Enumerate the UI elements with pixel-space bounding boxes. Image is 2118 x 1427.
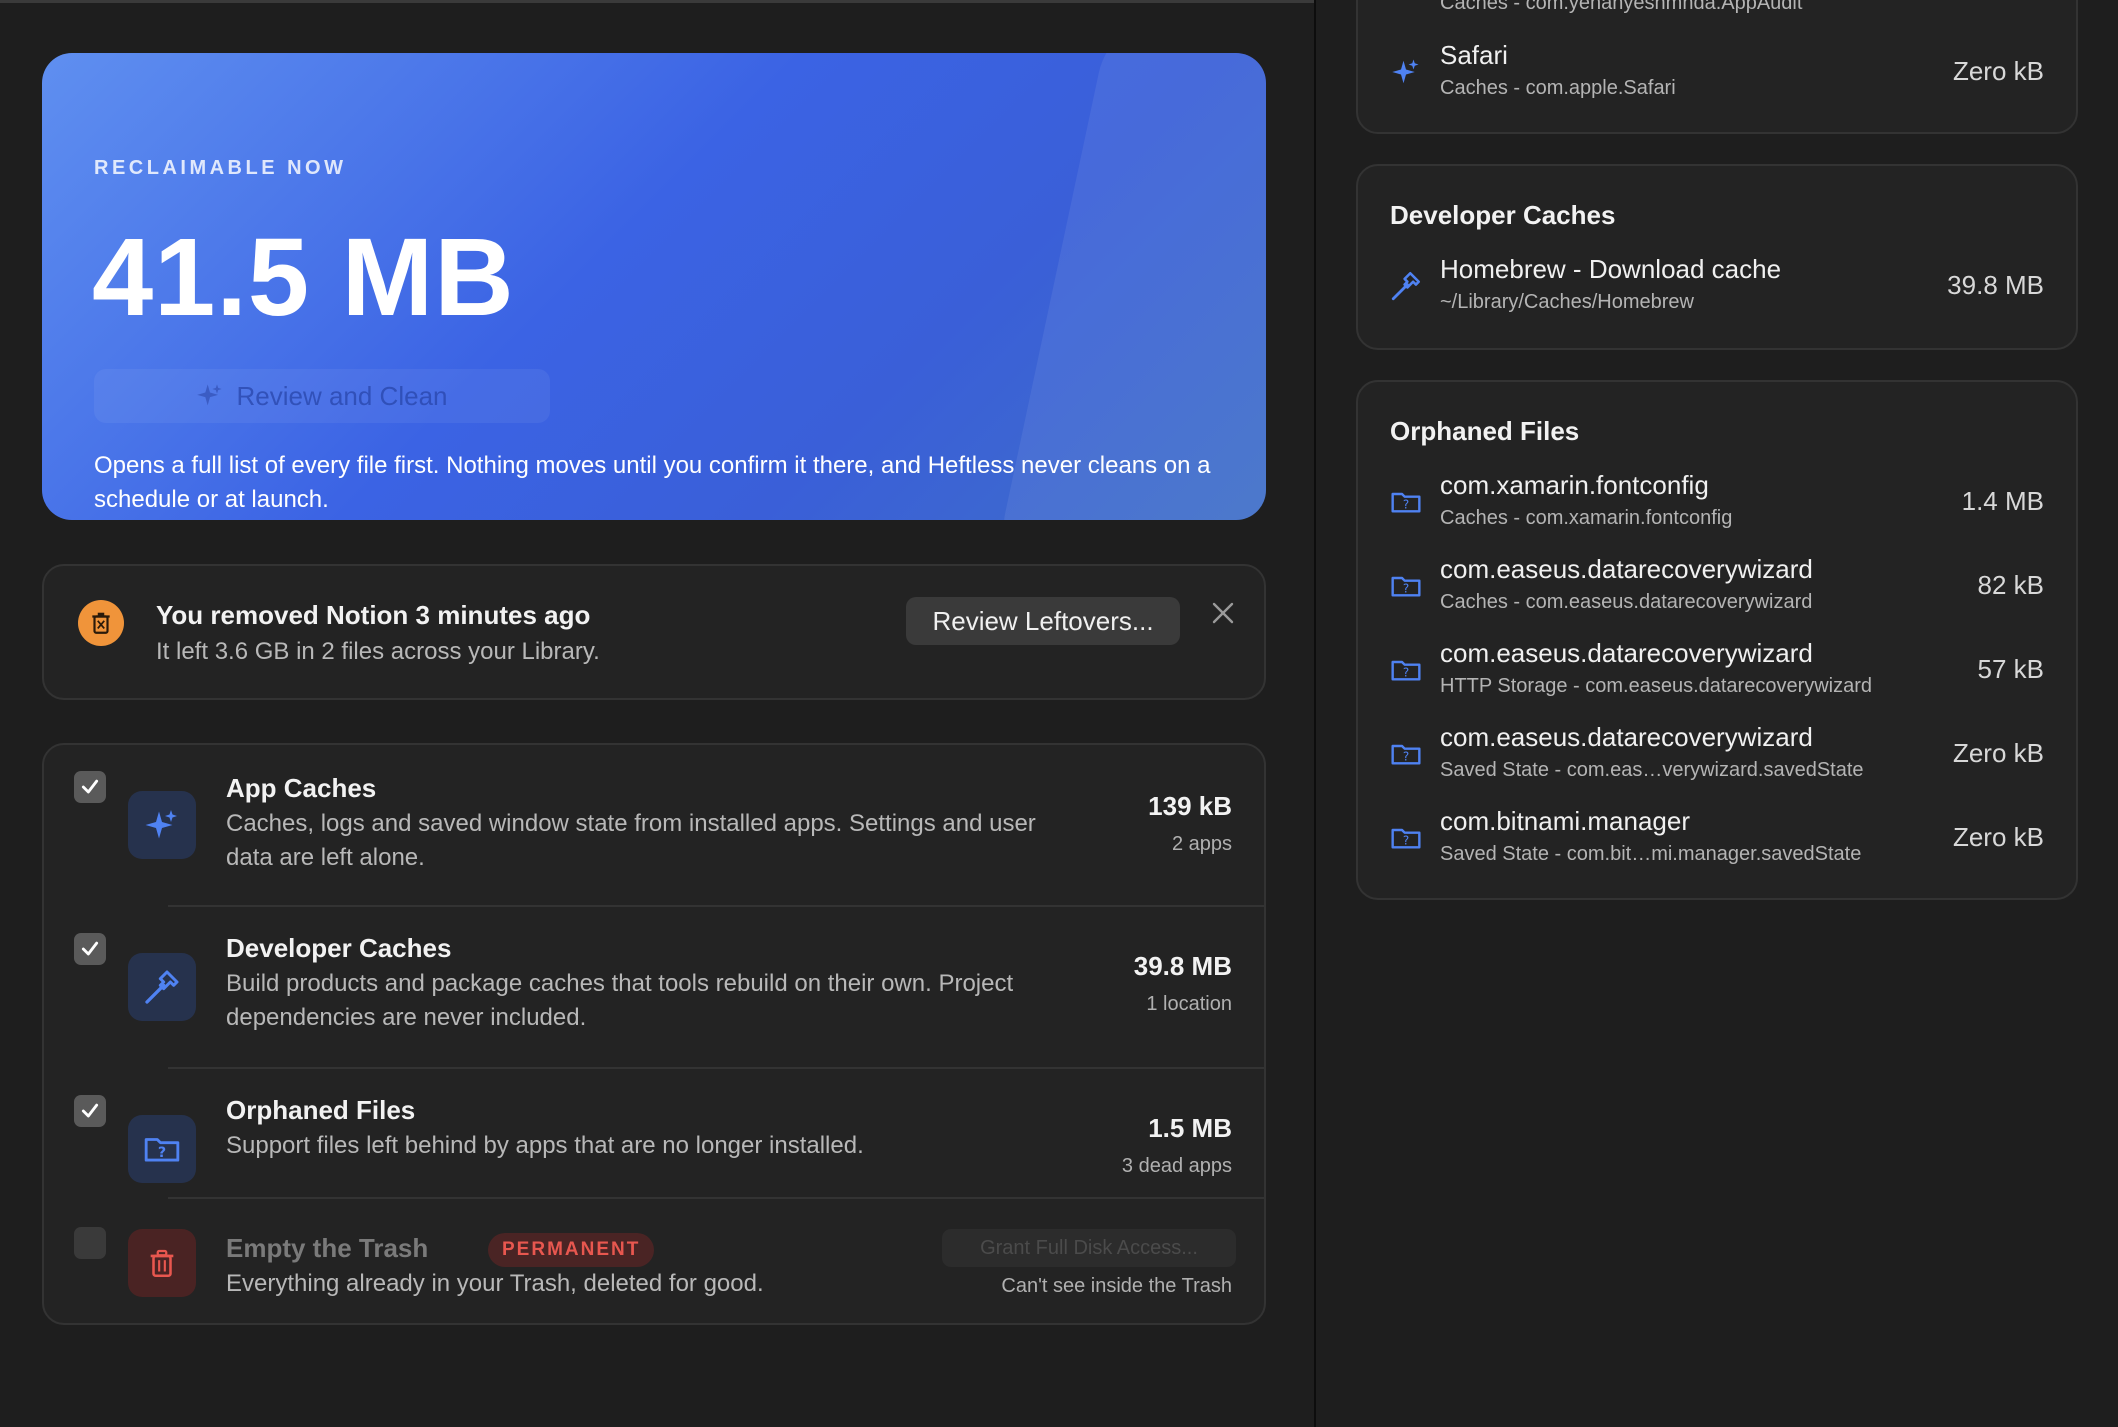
grant-full-disk-access-button: Grant Full Disk Access... (942, 1229, 1236, 1267)
item-size: Zero kB (1952, 738, 2044, 768)
item-path: Saved State - com.bit…mi.manager.savedSt… (1440, 843, 1862, 865)
review-and-clean-label: Review and Clean (236, 380, 448, 411)
card-title: Orphaned Files (1390, 416, 1580, 446)
app-caches-detail-card: Caches - com.yehanyeshmnda.AppAudit Safa… (1356, 0, 2078, 134)
list-item[interactable]: Safari Caches - com.apple.Safari Zero kB (1358, 40, 2076, 120)
item-path: Saved State - com.eas…verywizard.savedSt… (1440, 759, 1864, 781)
svg-text:?: ? (1403, 582, 1409, 596)
folder-question-icon: ? (1388, 652, 1424, 688)
category-row-developer-caches[interactable]: Developer Caches Build products and pack… (44, 907, 1264, 1067)
orphaned-files-title: Orphaned Files (226, 1095, 416, 1125)
item-size: 1.4 MB (1961, 486, 2044, 516)
item-path: HTTP Storage - com.easeus.datarecoverywi… (1440, 675, 1873, 697)
empty-trash-checkbox (74, 1227, 106, 1259)
folder-question-icon: ? (1388, 736, 1424, 772)
hero-description: Opens a full list of every file first. N… (94, 452, 1211, 513)
list-item[interactable]: ? com.easeus.datarecoverywizard Saved St… (1358, 722, 2076, 802)
empty-trash-title: Empty the Trash (226, 1233, 429, 1263)
item-name: com.easeus.datarecoverywizard (1440, 722, 1813, 752)
svg-text:?: ? (1403, 498, 1409, 512)
item-name: Safari (1440, 40, 1508, 70)
checkmark-icon (81, 779, 99, 794)
empty-trash-description: Everything already in your Trash, delete… (226, 1270, 764, 1297)
svg-text:?: ? (1403, 834, 1409, 848)
hammer-icon (128, 953, 196, 1021)
item-path: Caches - com.yehanyeshmnda.AppAudit (1440, 0, 1803, 14)
app-caches-title: App Caches (226, 773, 377, 803)
folder-question-icon: ? (128, 1115, 196, 1183)
orphaned-files-count: 3 dead apps (1121, 1155, 1232, 1177)
folder-question-icon: ? (1388, 568, 1424, 604)
cleanup-overview-pane: RECLAIMABLE NOW 41.5 MB Review and Clean… (0, 0, 1314, 1427)
item-size: 82 kB (1977, 570, 2045, 600)
orphaned-files-size: 1.5 MB (1148, 1113, 1232, 1143)
reclaimable-hero-card: RECLAIMABLE NOW 41.5 MB Review and Clean… (42, 53, 1266, 520)
cleanup-details-pane: Caches - com.yehanyeshmnda.AppAudit Safa… (1316, 0, 2118, 1427)
sparkle-icon (128, 791, 196, 859)
item-size: Zero kB (1952, 56, 2044, 86)
developer-caches-checkbox[interactable] (74, 933, 106, 965)
item-size: 39.8 MB (1947, 270, 2044, 300)
list-item[interactable]: ? com.easeus.datarecoverywizard HTTP Sto… (1358, 638, 2076, 718)
orphaned-files-detail-card: Orphaned Files ? com.xamarin.fontconfig … (1356, 380, 2078, 900)
category-row-orphaned-files[interactable]: ? Orphaned Files Support files left behi… (44, 1069, 1264, 1197)
cleanup-category-list: App Caches Caches, logs and saved window… (42, 743, 1266, 1325)
folder-question-icon: ? (1388, 484, 1424, 520)
review-leftovers-button[interactable]: Review Leftovers... (906, 597, 1180, 645)
list-item[interactable]: ? com.easeus.datarecoverywizard Caches -… (1358, 554, 2076, 634)
card-title: Developer Caches (1390, 200, 1616, 230)
developer-caches-description: Build products and package caches that t… (226, 970, 1014, 1031)
list-item[interactable]: Homebrew - Download cache ~/Library/Cach… (1358, 254, 2076, 334)
hammer-icon (1388, 268, 1424, 304)
trash-app-icon (78, 600, 124, 646)
developer-caches-title: Developer Caches (226, 933, 452, 963)
list-item[interactable]: ? com.xamarin.fontconfig Caches - com.xa… (1358, 470, 2076, 550)
svg-text:?: ? (1403, 750, 1409, 764)
item-path: Caches - com.easeus.datarecoverywizard (1440, 591, 1813, 613)
orphaned-files-checkbox[interactable] (74, 1095, 106, 1127)
category-row-app-caches[interactable]: App Caches Caches, logs and saved window… (44, 745, 1264, 905)
notice-subtitle: It left 3.6 GB in 2 files across your Li… (156, 638, 600, 665)
developer-caches-count: 1 location (1146, 993, 1232, 1015)
reclaimable-amount: 41.5 MB (92, 216, 515, 339)
item-name: Homebrew - Download cache (1440, 254, 1782, 284)
trash-access-status: Can't see inside the Trash (1001, 1275, 1232, 1297)
item-name: com.easeus.datarecoverywizard (1440, 638, 1813, 668)
app-caches-description: Caches, logs and saved window state from… (226, 810, 1036, 871)
item-name: com.easeus.datarecoverywizard (1440, 554, 1813, 584)
checkmark-icon (81, 1103, 99, 1118)
svg-text:?: ? (1403, 666, 1409, 680)
notice-title: You removed Notion 3 minutes ago (156, 600, 591, 630)
hero-eyebrow: RECLAIMABLE NOW (94, 157, 347, 179)
svg-text:?: ? (158, 1145, 166, 1161)
item-name: com.bitnami.manager (1440, 806, 1690, 836)
item-size: 57 kB (1977, 654, 2045, 684)
developer-caches-detail-card: Developer Caches Homebrew - Download cac… (1356, 164, 2078, 350)
sparkle-icon (197, 384, 223, 406)
item-path: Caches - com.apple.Safari (1440, 77, 1676, 99)
checkmark-icon (81, 941, 99, 956)
category-row-empty-trash: Empty the Trash PERMANENT Everything alr… (44, 1199, 1264, 1323)
folder-question-icon: ? (1388, 820, 1424, 856)
review-and-clean-button[interactable]: Review and Clean (94, 369, 550, 423)
close-icon[interactable] (1206, 596, 1240, 630)
item-path: ~/Library/Caches/Homebrew (1440, 291, 1694, 313)
removed-app-notice: You removed Notion 3 minutes ago It left… (42, 564, 1266, 700)
app-caches-count: 2 apps (1171, 833, 1232, 855)
app-caches-size: 139 kB (1148, 791, 1232, 821)
developer-caches-size: 39.8 MB (1133, 951, 1232, 981)
trash-icon (128, 1229, 196, 1297)
app-caches-checkbox[interactable] (74, 771, 106, 803)
item-path: Caches - com.xamarin.fontconfig (1440, 507, 1733, 529)
sparkle-icon (1388, 54, 1424, 90)
item-size: Zero kB (1952, 822, 2044, 852)
item-name: com.xamarin.fontconfig (1440, 470, 1709, 500)
list-item[interactable]: ? com.bitnami.manager Saved State - com.… (1358, 806, 2076, 886)
orphaned-files-description: Support files left behind by apps that a… (226, 1132, 864, 1159)
permanent-badge: PERMANENT (488, 1233, 655, 1267)
